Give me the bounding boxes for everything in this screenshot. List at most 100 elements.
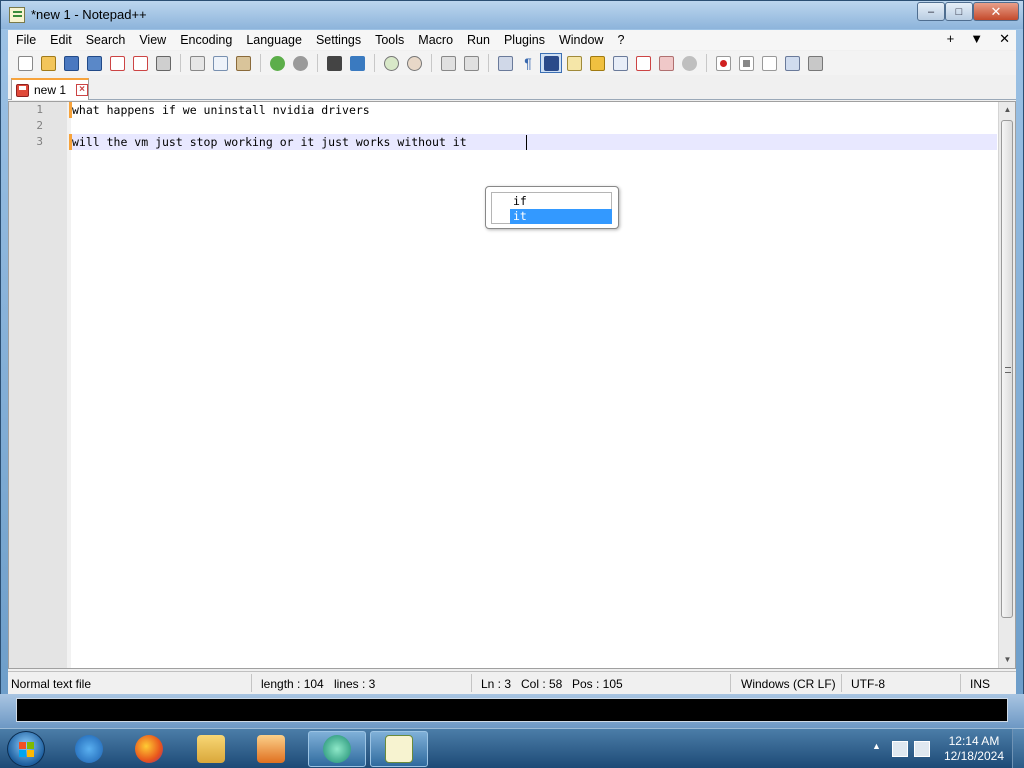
remote-app-icon[interactable] xyxy=(308,731,366,767)
menu-edit[interactable]: Edit xyxy=(43,30,79,50)
system-tray: ▲ 12:14 AM 12/18/2024 xyxy=(864,729,1024,768)
monitoring-icon[interactable] xyxy=(678,53,700,73)
copy-icon[interactable] xyxy=(209,53,231,73)
show-desktop-button[interactable] xyxy=(1012,729,1024,768)
replace-icon[interactable] xyxy=(346,53,368,73)
undo-icon[interactable] xyxy=(266,53,288,73)
title-bar[interactable]: *new 1 - Notepad++ – □ ✕ xyxy=(1,1,1023,29)
save-macro-icon[interactable] xyxy=(804,53,826,73)
menu-encoding[interactable]: Encoding xyxy=(173,30,239,50)
run-multiple-macro-icon[interactable] xyxy=(781,53,803,73)
stop-macro-icon[interactable] xyxy=(735,53,757,73)
menu-tools[interactable]: Tools xyxy=(368,30,411,50)
zoom-out-icon[interactable] xyxy=(403,53,425,73)
save-icon[interactable] xyxy=(60,53,82,73)
toolbar-separator xyxy=(180,54,181,72)
minimize-button[interactable]: – xyxy=(917,2,945,21)
paste-icon[interactable] xyxy=(232,53,254,73)
toolbar-separator xyxy=(488,54,489,72)
close-document-icon[interactable]: ✕ xyxy=(999,31,1010,47)
save-all-icon[interactable] xyxy=(83,53,105,73)
scroll-down-arrow-icon[interactable]: ▼ xyxy=(999,652,1016,668)
file-explorer-icon[interactable] xyxy=(182,731,240,767)
tab-list-dropdown-icon[interactable]: ▼ xyxy=(970,31,983,47)
autocomplete-option[interactable]: if xyxy=(510,194,612,209)
find-icon[interactable] xyxy=(323,53,345,73)
volume-muted-icon[interactable] xyxy=(914,741,930,757)
window-title: *new 1 - Notepad++ xyxy=(31,7,147,22)
windows-logo-icon xyxy=(19,742,35,758)
menu-language[interactable]: Language xyxy=(239,30,309,50)
clock-time: 12:14 AM xyxy=(948,734,1000,748)
menu-run[interactable]: Run xyxy=(460,30,497,50)
new-file-icon[interactable] xyxy=(14,53,36,73)
toolbar-separator xyxy=(317,54,318,72)
show-all-chars-icon[interactable]: ¶ xyxy=(517,53,539,73)
cut-icon[interactable] xyxy=(186,53,208,73)
doc-list-icon[interactable] xyxy=(609,53,631,73)
scroll-up-arrow-icon[interactable]: ▲ xyxy=(999,102,1016,118)
toolbar-separator xyxy=(431,54,432,72)
internet-explorer-icon[interactable] xyxy=(60,731,118,767)
open-file-icon[interactable] xyxy=(37,53,59,73)
toolbar-separator xyxy=(260,54,261,72)
maximize-button[interactable]: □ xyxy=(945,2,973,21)
menu-window[interactable]: Window xyxy=(552,30,610,50)
play-macro-icon[interactable] xyxy=(758,53,780,73)
menu-help[interactable]: ? xyxy=(610,30,631,50)
tab-new-1[interactable]: new 1 × xyxy=(11,78,89,100)
start-button[interactable] xyxy=(7,731,45,767)
vertical-scrollbar[interactable]: ▲ ▼ xyxy=(998,102,1015,668)
media-player-icon[interactable] xyxy=(242,731,300,767)
redo-icon[interactable] xyxy=(289,53,311,73)
clock[interactable]: 12:14 AM 12/18/2024 xyxy=(944,734,1004,764)
status-insert-mode: INS xyxy=(970,677,991,691)
toolbar: ¶ xyxy=(8,51,1016,75)
sync-vertical-icon[interactable] xyxy=(437,53,459,73)
fold-margin[interactable] xyxy=(67,102,71,668)
line-number: 1 xyxy=(36,103,43,116)
unsaved-file-icon xyxy=(16,83,29,97)
menu-file[interactable]: File xyxy=(8,30,43,50)
notepadpp-taskbar-icon[interactable] xyxy=(370,731,428,767)
status-eol: Windows (CR LF) xyxy=(741,677,836,691)
menu-settings[interactable]: Settings xyxy=(309,30,368,50)
line-number: 3 xyxy=(36,135,43,148)
close-all-icon[interactable] xyxy=(129,53,151,73)
line-number-gutter xyxy=(9,102,67,668)
status-pos: Pos : 105 xyxy=(572,677,623,691)
print-icon[interactable] xyxy=(152,53,174,73)
editor-area[interactable]: 1 2 3 what happens if we uninstall nvidi… xyxy=(8,101,1016,669)
folder-workspace-icon[interactable] xyxy=(655,53,677,73)
udl-icon[interactable] xyxy=(563,53,585,73)
autocomplete-list: if it xyxy=(491,192,612,224)
word-wrap-icon[interactable] xyxy=(494,53,516,73)
network-icon[interactable] xyxy=(892,741,908,757)
editor-line[interactable]: what happens if we uninstall nvidia driv… xyxy=(72,102,370,118)
new-tab-plus-icon[interactable]: + xyxy=(947,31,955,47)
firefox-icon[interactable] xyxy=(120,731,178,767)
show-hidden-icons-icon[interactable]: ▲ xyxy=(872,741,881,751)
status-lines: lines : 3 xyxy=(334,677,376,691)
sync-horizontal-icon[interactable] xyxy=(460,53,482,73)
autocomplete-option-selected[interactable]: it xyxy=(510,209,612,224)
indent-guide-icon[interactable] xyxy=(540,53,562,73)
menu-search[interactable]: Search xyxy=(79,30,133,50)
doc-map-icon[interactable] xyxy=(586,53,608,73)
menu-macro[interactable]: Macro xyxy=(411,30,460,50)
menu-view[interactable]: View xyxy=(132,30,173,50)
close-icon[interactable] xyxy=(106,53,128,73)
menu-plugins[interactable]: Plugins xyxy=(497,30,552,50)
function-list-icon[interactable] xyxy=(632,53,654,73)
record-macro-icon[interactable] xyxy=(712,53,734,73)
zoom-in-icon[interactable] xyxy=(380,53,402,73)
text-caret xyxy=(526,135,527,150)
line-number: 2 xyxy=(36,119,43,132)
client-area: File Edit Search View Encoding Language … xyxy=(8,30,1016,695)
scroll-thumb[interactable] xyxy=(1001,120,1013,618)
close-button[interactable]: ✕ xyxy=(973,2,1019,21)
editor-line[interactable]: will the vm just stop working or it just… xyxy=(72,134,467,150)
status-ln: Ln : 3 xyxy=(481,677,512,691)
tab-close-icon[interactable]: × xyxy=(76,84,89,96)
background-window-strip xyxy=(0,694,1024,728)
